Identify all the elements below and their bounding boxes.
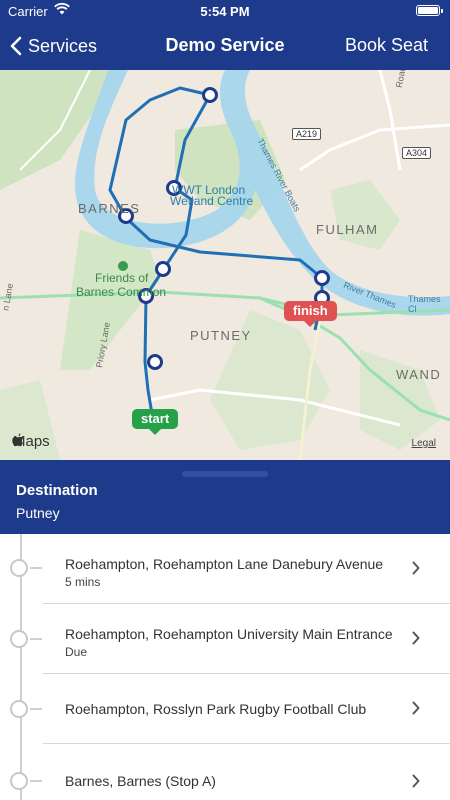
timeline-tick bbox=[30, 780, 42, 782]
road-badge-a219: A219 bbox=[292, 128, 322, 140]
destination-value: Putney bbox=[16, 505, 60, 521]
finish-pin[interactable]: finish bbox=[284, 301, 337, 327]
navigation-bar: Services Demo Service Book Seat bbox=[0, 22, 450, 70]
road-badge-a304: A304 bbox=[402, 147, 432, 159]
map-canvas bbox=[0, 70, 450, 460]
stop-name: Barnes, Barnes (Stop A) bbox=[65, 773, 216, 789]
timeline-dot bbox=[10, 559, 28, 577]
map-label-wetland: Wetland Centre bbox=[170, 194, 254, 208]
timeline-dot bbox=[10, 772, 28, 790]
chevron-right-icon bbox=[412, 561, 420, 575]
maps-logo: Maps bbox=[12, 433, 50, 450]
stop-row[interactable]: Roehampton, Roehampton University Main E… bbox=[0, 604, 450, 674]
chevron-right-icon bbox=[412, 631, 420, 645]
apple-icon bbox=[12, 433, 23, 447]
route-map[interactable]: BARNES FULHAM PUTNEY WAND Friends of Bar… bbox=[0, 70, 450, 460]
map-label-barnes: BARNES bbox=[78, 201, 141, 216]
map-label-fulham: FULHAM bbox=[316, 222, 379, 237]
stop-name: Roehampton, Roehampton Lane Danebury Ave… bbox=[65, 556, 384, 572]
chevron-right-icon bbox=[412, 701, 420, 715]
stop-eta: 5 mins bbox=[65, 575, 101, 589]
book-seat-button[interactable]: Book Seat bbox=[345, 35, 428, 56]
stop-row[interactable]: Roehampton, Rosslyn Park Rugby Football … bbox=[0, 674, 450, 744]
chevron-right-icon bbox=[412, 774, 420, 788]
timeline-tick bbox=[30, 708, 42, 710]
map-label-putney: PUTNEY bbox=[190, 328, 252, 343]
map-label-wandsworth: WAND bbox=[396, 367, 442, 382]
clock: 5:54 PM bbox=[200, 4, 250, 19]
destination-panel: Destination Putney bbox=[0, 460, 450, 534]
battery-icon bbox=[416, 5, 443, 16]
timeline-tick bbox=[30, 567, 42, 569]
stops-list: Roehampton, Roehampton Lane Danebury Ave… bbox=[0, 534, 450, 800]
stop-name: Roehampton, Roehampton University Main E… bbox=[65, 626, 393, 642]
stop-name: Roehampton, Rosslyn Park Rugby Football … bbox=[65, 701, 367, 717]
stop-row[interactable]: Barnes, Barnes (Stop A) bbox=[0, 744, 450, 800]
timeline-dot bbox=[10, 630, 28, 648]
start-pin[interactable]: start bbox=[132, 409, 179, 435]
map-label-friends: Friends of bbox=[95, 271, 149, 285]
timeline-dot bbox=[10, 700, 28, 718]
destination-heading: Destination bbox=[16, 482, 98, 499]
map-label-barnes-common: Barnes Common bbox=[76, 285, 167, 299]
timeline-tick bbox=[30, 638, 42, 640]
stop-row[interactable]: Roehampton, Roehampton Lane Danebury Ave… bbox=[0, 534, 450, 604]
stop-eta: Due bbox=[65, 645, 88, 659]
legal-link[interactable]: Legal bbox=[412, 438, 436, 449]
drag-handle[interactable] bbox=[182, 471, 268, 477]
map-label-thames-cl: Thames Cl bbox=[408, 294, 441, 314]
status-bar: Carrier 5:54 PM bbox=[0, 0, 450, 22]
